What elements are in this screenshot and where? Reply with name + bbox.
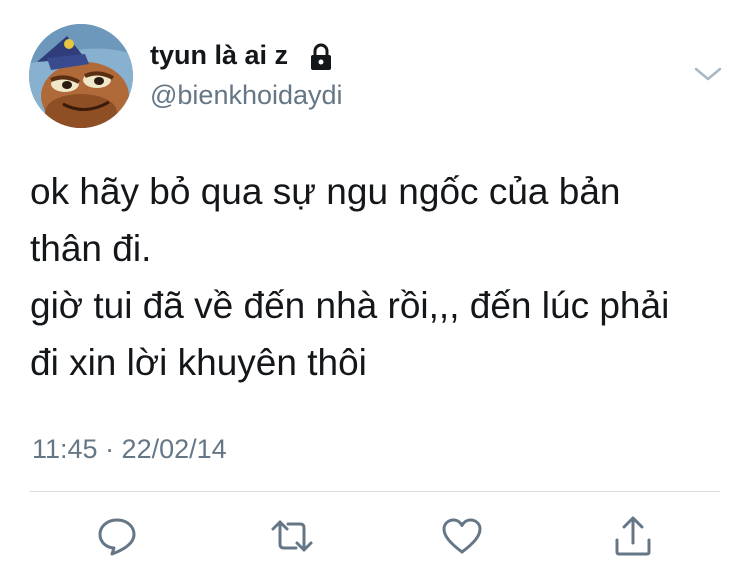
retweet-icon xyxy=(271,520,313,552)
divider xyxy=(30,491,720,492)
avatar[interactable] xyxy=(29,24,133,128)
reply-button[interactable] xyxy=(95,514,139,558)
retweet-button[interactable] xyxy=(270,514,314,558)
tweet-line: thân đi. xyxy=(30,228,152,269)
user-handle[interactable]: @bienkhoidaydi xyxy=(150,80,343,111)
share-icon xyxy=(615,516,651,556)
tweet-line: giờ tui đã về đến nhà rồi,,, đến lúc phả… xyxy=(30,285,670,326)
tweet-text: ok hãy bỏ qua sự ngu ngốc của bản thân đ… xyxy=(30,163,730,391)
lock-icon xyxy=(311,43,331,70)
like-icon xyxy=(442,518,482,554)
timestamp[interactable]: 11:45 · 22/02/14 xyxy=(32,434,227,465)
display-name[interactable]: tyun là ai z xyxy=(150,40,288,71)
tweet-card: tyun là ai z @bienkhoidaydi ok hãy bỏ qu… xyxy=(0,0,750,581)
reply-icon xyxy=(98,518,136,556)
share-button[interactable] xyxy=(611,514,655,558)
tweet-line: ok hãy bỏ qua sự ngu ngốc của bản xyxy=(30,171,621,212)
like-button[interactable] xyxy=(440,514,484,558)
tweet-line: đi xin lời khuyên thôi xyxy=(30,342,367,383)
chevron-down-icon[interactable] xyxy=(693,64,723,84)
